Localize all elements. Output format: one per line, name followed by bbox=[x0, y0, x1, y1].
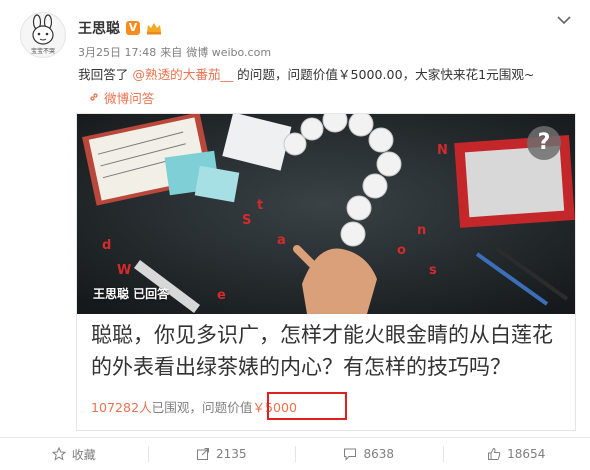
question-mark-artwork: d W S t a o n N s e w bbox=[77, 114, 575, 314]
like-button[interactable]: 18654 bbox=[442, 438, 590, 470]
avatar-caption: 宝宝不哭 bbox=[30, 48, 55, 55]
question-badge-icon: ? bbox=[527, 126, 561, 160]
qa-link-label: 微博问答 bbox=[104, 90, 155, 106]
svg-text:n: n bbox=[417, 223, 426, 238]
post-meta: 3月25日 17:48 来自 微博 weibo.com bbox=[78, 45, 271, 59]
action-bar: 收藏 2135 8638 18654 bbox=[0, 438, 590, 470]
source-prefix: 来自 bbox=[160, 46, 183, 59]
user-row: 王思聪 V bbox=[78, 18, 162, 38]
svg-text:a: a bbox=[277, 233, 286, 248]
share-icon bbox=[196, 448, 209, 460]
svg-text:t: t bbox=[257, 198, 263, 213]
post-text-before: 我回答了 bbox=[78, 67, 129, 82]
link-icon bbox=[90, 93, 98, 101]
svg-text:o: o bbox=[397, 243, 406, 258]
price-highlight-box bbox=[267, 392, 347, 420]
mention-link[interactable]: @熟透的大番茄__ bbox=[132, 67, 233, 82]
comment-count: 8638 bbox=[363, 447, 395, 461]
avatar[interactable]: 宝宝不哭 bbox=[20, 12, 66, 58]
comment-icon bbox=[344, 448, 357, 461]
post-source[interactable]: 微博 weibo.com bbox=[186, 44, 271, 60]
question-hero-image: d W S t a o n N s e w ? 王思聪 已回答 bbox=[77, 114, 575, 314]
crown-badge-icon bbox=[147, 23, 161, 35]
svg-text:d: d bbox=[102, 238, 111, 253]
svg-text:S: S bbox=[242, 213, 251, 228]
question-title[interactable]: 聪聪，你见多识广，怎样才能火眼金睛的从白莲花的外表看出绿茶婊的内心？有怎样的技巧… bbox=[91, 319, 569, 383]
weibo-post-card: 宝宝不哭 王思聪 V 3月25日 17:48 来自 微博 weibo.com 我… bbox=[0, 0, 590, 470]
qa-card[interactable]: d W S t a o n N s e w ? 王思聪 已回答 聪聪， bbox=[76, 113, 576, 431]
like-count: 18654 bbox=[507, 447, 546, 461]
chevron-down-icon[interactable] bbox=[556, 12, 572, 28]
qa-link[interactable]: 微博问答 bbox=[88, 88, 154, 106]
svg-text:s: s bbox=[429, 263, 437, 278]
share-count: 2135 bbox=[215, 447, 247, 461]
svg-text:e: e bbox=[217, 288, 226, 303]
favorite-button[interactable]: 收藏 bbox=[0, 438, 148, 470]
post-text-after: 的问题，问题价值￥5000.00，大家快来花1元围观~ bbox=[237, 67, 535, 82]
svg-text:W: W bbox=[117, 263, 131, 278]
like-icon bbox=[488, 447, 501, 460]
username[interactable]: 王思聪 bbox=[78, 18, 120, 38]
answered-by-label: 王思聪 已回答 bbox=[93, 287, 170, 301]
post-text: 我回答了 @熟透的大番茄__ 的问题，问题价值￥5000.00，大家快来花1元围… bbox=[78, 66, 535, 84]
favorite-label: 收藏 bbox=[71, 447, 96, 462]
viewers-count: 107282人 bbox=[91, 399, 152, 415]
post-date[interactable]: 3月25日 17:48 bbox=[78, 44, 156, 60]
share-button[interactable]: 2135 bbox=[147, 438, 296, 470]
star-icon bbox=[51, 447, 66, 461]
verified-badge-icon: V bbox=[126, 21, 140, 35]
comment-button[interactable]: 8638 bbox=[295, 438, 443, 470]
svg-text:N: N bbox=[437, 143, 448, 158]
viewers-suffix: 已围观，问题价值 bbox=[151, 399, 253, 415]
